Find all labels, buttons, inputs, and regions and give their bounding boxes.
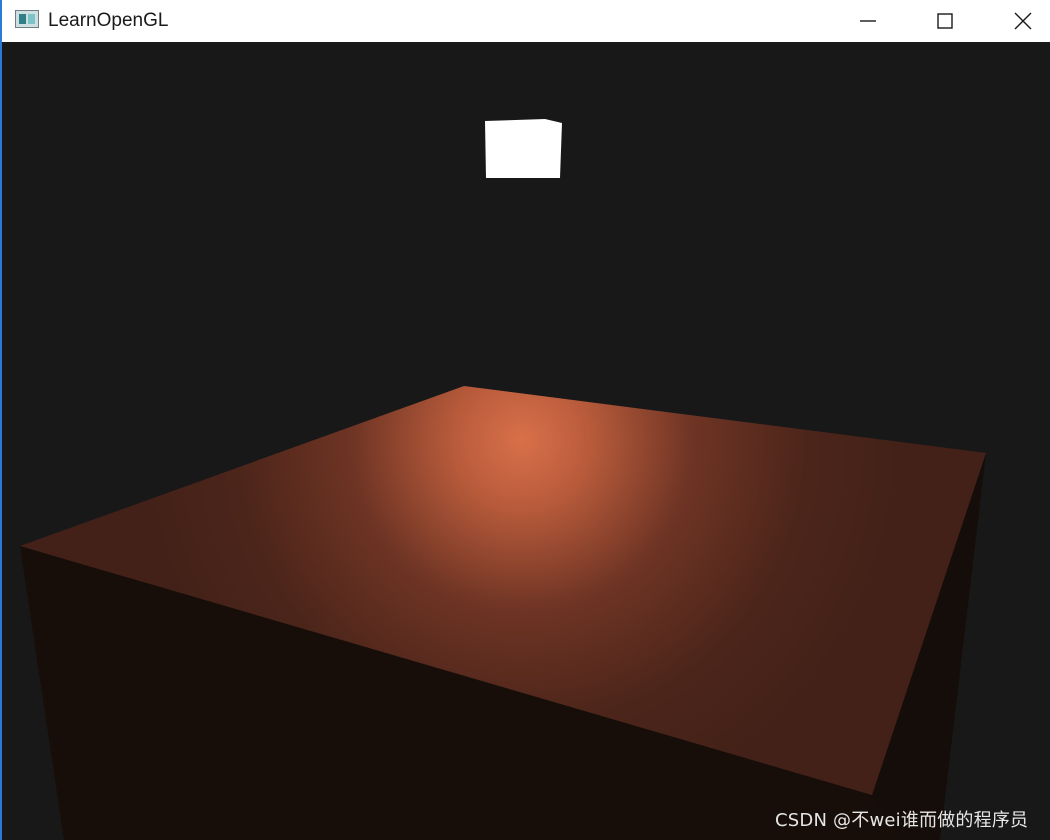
close-icon [1014, 12, 1032, 30]
maximize-button[interactable] [922, 0, 968, 42]
opengl-window: LearnOpenGL CSDN @不wei谁而做的程序员 [0, 0, 1050, 840]
title-bar[interactable]: LearnOpenGL [2, 0, 1050, 42]
app-window-icon [15, 10, 39, 28]
render-viewport[interactable] [2, 43, 1050, 840]
rendered-scene [2, 43, 1050, 840]
minimize-button[interactable] [845, 0, 891, 42]
light-source-cube [485, 119, 562, 178]
window-title: LearnOpenGL [48, 10, 169, 31]
close-button[interactable] [1000, 0, 1046, 42]
watermark-text: CSDN @不wei谁而做的程序员 [775, 810, 1029, 831]
maximize-icon [937, 13, 953, 29]
minimize-icon [860, 20, 876, 22]
